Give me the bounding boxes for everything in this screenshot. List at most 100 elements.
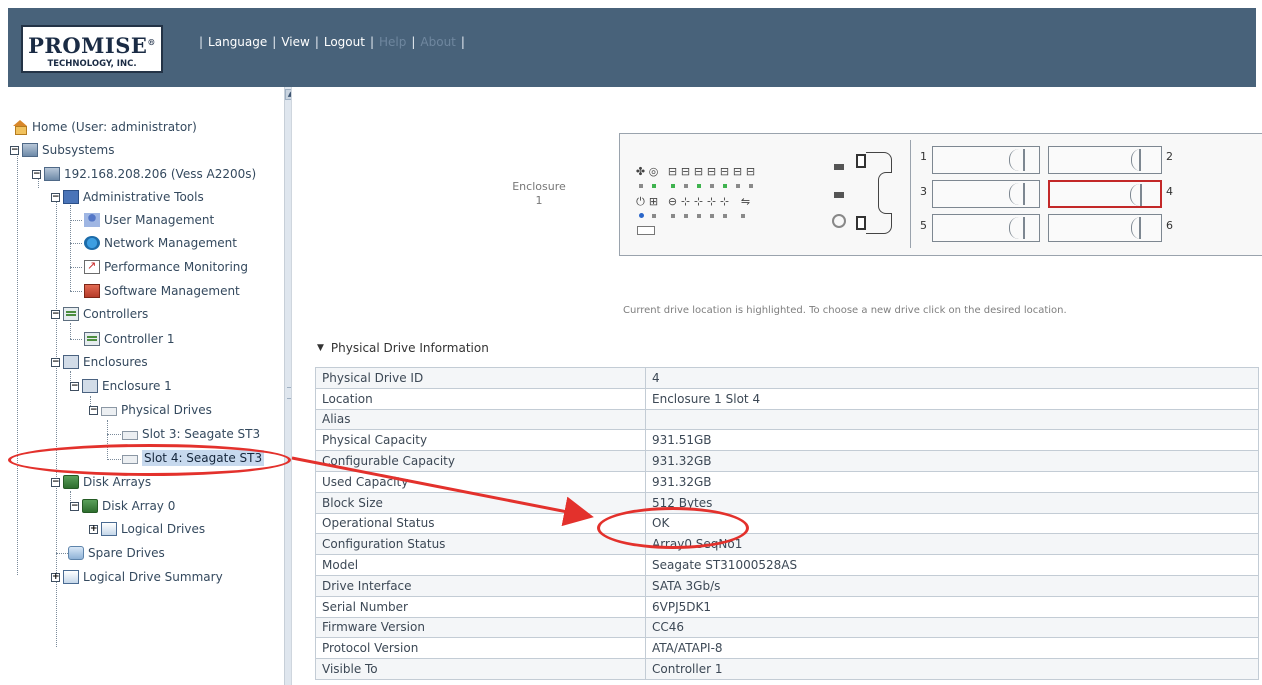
table-row: Block Size 512 Bytes [315, 491, 1259, 514]
drive-slot-4[interactable] [1048, 180, 1162, 208]
property-name: Used Capacity [315, 470, 646, 493]
disk-array-icon [82, 499, 98, 513]
collapse-icon[interactable]: − [51, 477, 60, 487]
user-icon [84, 213, 100, 227]
tree-subsystems[interactable]: − Subsystems [10, 140, 114, 160]
scroll-grip[interactable] [287, 387, 291, 399]
tree-disk-array-0[interactable]: − Disk Array 0 [70, 496, 175, 516]
tree-enclosure-1[interactable]: − Enclosure 1 [70, 376, 172, 396]
table-row: Firmware Version CC46 [315, 616, 1259, 639]
collapse-icon[interactable]: − [51, 357, 60, 367]
property-value: 931.32GB [645, 450, 1259, 472]
physical-drive-info-table: Physical Drive ID 4 Location Enclosure 1 Sl… [315, 367, 1259, 680]
property-name: Alias [315, 408, 646, 431]
property-value: Enclosure 1 Slot 4 [645, 387, 1259, 410]
property-name: Model [315, 554, 646, 576]
tree-logical-drive-summary[interactable]: + Logical Drive Summary [51, 567, 223, 587]
collapse-icon[interactable]: − [70, 381, 79, 391]
enclosure-label: Enclosure 1 [512, 180, 566, 207]
tree-physical-drives[interactable]: − Physical Drives [89, 400, 212, 420]
tree-performance-monitoring[interactable]: Performance Monitoring [84, 257, 248, 277]
subsystems-icon [22, 143, 38, 157]
main-panel: Enclosure 1 ✤ ◎ ⊟ ⊟ ⊟ ⊟ ⊟ ⊟ ⊟ ⏻ ⊞ ⊖ ⊹ ⊹ … [297, 87, 1262, 685]
tree-disk-arrays[interactable]: − Disk Arrays [51, 472, 151, 492]
table-row: Protocol Version ATA/ATAPI-8 [315, 637, 1259, 660]
indicator-bar [834, 192, 844, 198]
tree-slot-3[interactable]: Slot 3: Seagate ST3 [122, 424, 260, 444]
expand-icon[interactable]: + [89, 524, 98, 534]
property-value: ATA/ATAPI-8 [645, 637, 1259, 660]
slot-number-4: 4 [1166, 185, 1173, 198]
expand-icon[interactable]: + [51, 572, 60, 582]
property-value: 4 [645, 367, 1259, 389]
tree-network-management[interactable]: Network Management [84, 233, 237, 253]
enclosure-front-view: ✤ ◎ ⊟ ⊟ ⊟ ⊟ ⊟ ⊟ ⊟ ⏻ ⊞ ⊖ ⊹ ⊹ ⊹ ⊹ ⇋ 1 2 3 … [619, 133, 1262, 256]
spare-drive-icon [68, 546, 84, 560]
property-name: Configurable Capacity [315, 450, 646, 472]
property-value: 512 Bytes [645, 491, 1259, 514]
scroll-up-arrow-icon[interactable]: ▲ [285, 89, 291, 100]
table-row: Alias [315, 408, 1259, 431]
controller-icon [84, 332, 100, 346]
table-row: Location Enclosure 1 Slot 4 [315, 387, 1259, 410]
property-name: Protocol Version [315, 637, 646, 660]
drive-slot-6[interactable] [1048, 214, 1162, 242]
drive-icon [101, 407, 117, 416]
controller-status-icon: ⊞ [648, 195, 659, 208]
collapse-icon[interactable]: − [70, 501, 79, 511]
tree-spare-drives[interactable]: Spare Drives [68, 543, 165, 563]
tree-controller-1[interactable]: Controller 1 [84, 329, 174, 349]
fan-icon: ✤ [635, 165, 646, 178]
drive-location-hint: Current drive location is highlighted. T… [623, 305, 1067, 316]
slot-number-6: 6 [1166, 219, 1173, 232]
handle-bottom-icon [856, 216, 866, 230]
drive-slot-1[interactable] [932, 146, 1040, 174]
tree-software-management[interactable]: Software Management [84, 281, 240, 301]
top-nav: | Language | View | Logout | Help | Abou… [199, 35, 465, 49]
table-row: Configuration Status Array0 SeqNo1 [315, 533, 1259, 556]
nav-logout[interactable]: Logout [324, 35, 365, 49]
physical-drive-info-header[interactable]: ▼ Physical Drive Information [317, 341, 489, 355]
network-port-icon: ⊹ [680, 195, 691, 208]
temperature-icon: ◎ [648, 165, 659, 178]
controller-icon [63, 307, 79, 321]
collapse-icon[interactable]: − [51, 192, 60, 202]
tree-subsystem-192-168-208-206[interactable]: − 192.168.208.206 (Vess A2200s) [32, 164, 256, 184]
nav-about[interactable]: About [420, 35, 455, 49]
tree-scrollbar[interactable] [284, 87, 291, 685]
nav-help[interactable]: Help [379, 35, 406, 49]
property-value: 931.32GB [645, 470, 1259, 493]
nav-language[interactable]: Language [208, 35, 267, 49]
table-row: Operational Status OK [315, 512, 1259, 535]
drive-slot-5[interactable] [932, 214, 1040, 242]
collapse-icon[interactable]: − [32, 169, 41, 179]
collapse-icon[interactable]: − [89, 405, 98, 415]
reset-button[interactable] [637, 226, 655, 235]
nav-view[interactable]: View [281, 35, 309, 49]
property-name: Serial Number [315, 595, 646, 618]
collapse-icon[interactable]: − [51, 309, 60, 319]
tree-enclosures[interactable]: − Enclosures [51, 352, 148, 372]
status-icon-row-top: ✤ ◎ ⊟ ⊟ ⊟ ⊟ ⊟ ⊟ ⊟ [634, 164, 757, 180]
tree-controllers[interactable]: − Controllers [51, 304, 148, 324]
tree-slot-4[interactable]: Slot 4: Seagate ST3 [122, 448, 265, 468]
tree-logical-drives[interactable]: + Logical Drives [89, 519, 205, 539]
handle-top-icon [856, 154, 866, 168]
slot-number-1: 1 [920, 150, 927, 163]
drive-status-icon: ⊟ [693, 165, 704, 178]
disk-array-icon [63, 475, 79, 489]
drive-slot-2[interactable] [1048, 146, 1162, 174]
drive-slot-3[interactable] [932, 180, 1040, 208]
chart-icon [84, 259, 100, 274]
tree-home[interactable]: Home (User: administrator) [12, 117, 197, 137]
property-value: Array0 SeqNo1 [645, 533, 1259, 556]
tree-administrative-tools[interactable]: − Administrative Tools [51, 187, 204, 207]
property-name: Location [315, 387, 646, 410]
cache-icon: ⊖ [667, 195, 678, 208]
drive-icon [122, 431, 138, 440]
drive-status-icon: ⊟ [706, 165, 717, 178]
app-header: PROMISE® TECHNOLOGY, INC. | Language | V… [8, 8, 1256, 87]
collapse-icon[interactable]: − [10, 145, 19, 155]
collapse-triangle-icon[interactable]: ▼ [317, 343, 324, 353]
tree-user-management[interactable]: User Management [84, 210, 214, 230]
